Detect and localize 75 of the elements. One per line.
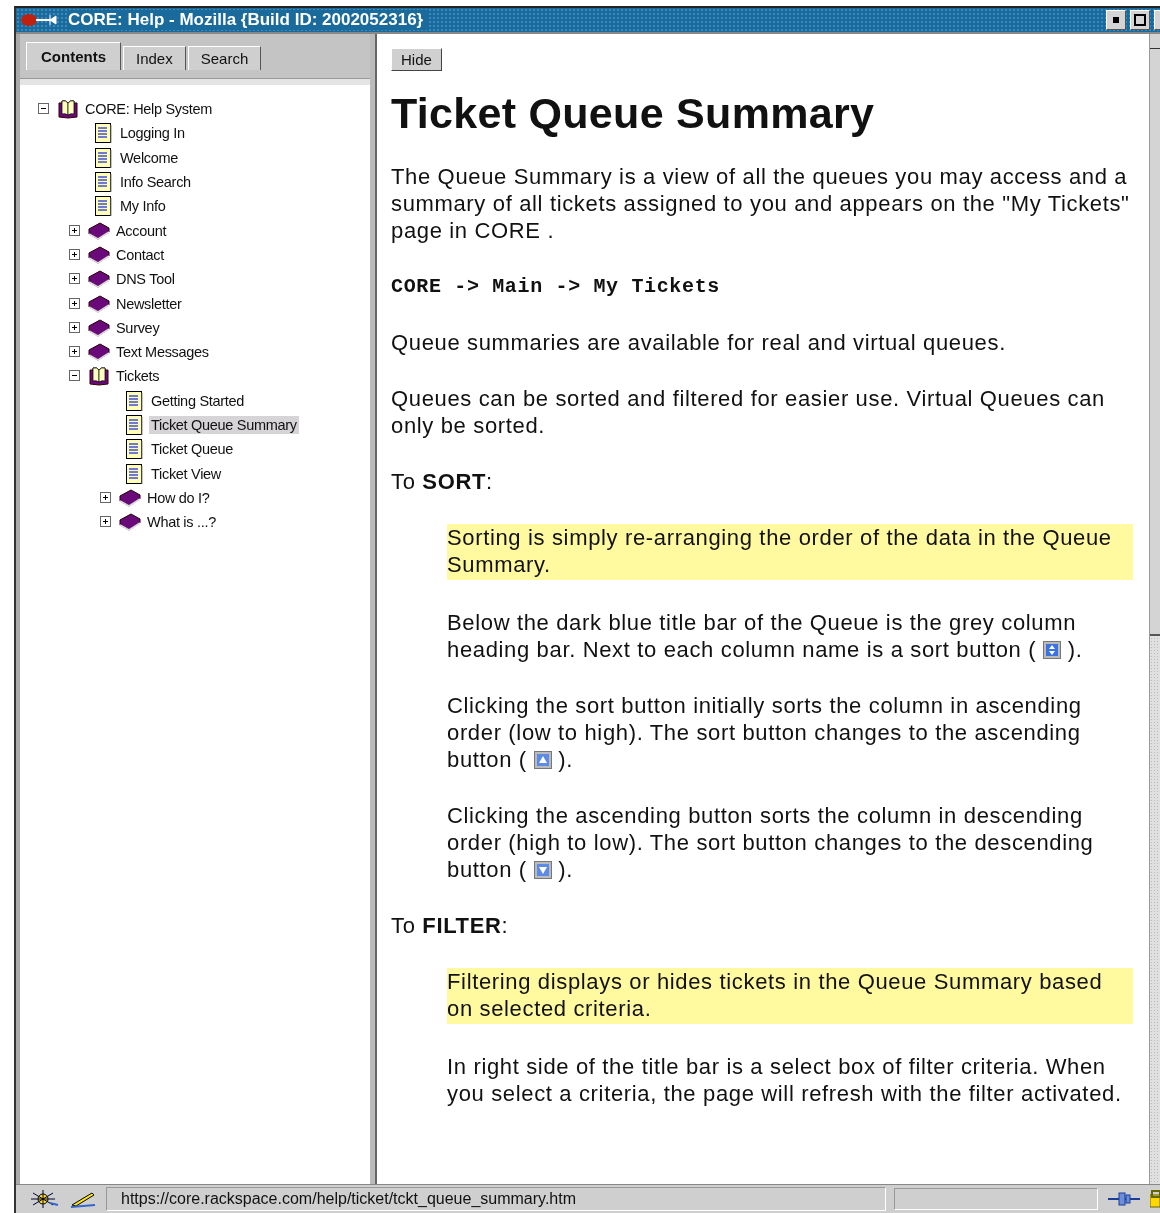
highlighted-note: Filtering displays or hides tickets in the Queue Summary based on selected criteria.	[447, 968, 1133, 1024]
document-icon	[94, 171, 114, 194]
collapse-icon[interactable]	[69, 370, 81, 383]
collapse-icon[interactable]	[38, 103, 50, 116]
document-icon	[125, 414, 145, 436]
maximize-button[interactable]	[1130, 10, 1150, 30]
tree-item[interactable]: Newsletter	[114, 294, 184, 313]
tree-item[interactable]: How do I?	[145, 488, 212, 507]
paragraph: Clicking the ascending button sorts the column in descending order (high to low). The sort button changes to the descending button ( ).	[447, 802, 1095, 883]
book-icon	[119, 487, 141, 508]
status-url: https://core.rackspace.com/help/ticket/tckt_queue_summary.htm	[106, 1187, 886, 1211]
paragraph: In right side of the title bar is a select box of filter criteria. When you select a criteria, the page will refresh with the filter activated.	[447, 1053, 1123, 1107]
tab[interactable]: Index	[123, 46, 186, 70]
paragraph: Queue summaries are available for real and virtual queues.	[391, 329, 1007, 356]
close-button[interactable]	[1154, 10, 1160, 30]
document-icon	[125, 462, 145, 485]
tree-item[interactable]: Ticket Queue Summary	[149, 416, 299, 434]
tree-item[interactable]: Ticket View	[149, 464, 224, 483]
hide-button[interactable]: Hide	[391, 48, 442, 71]
sort-icon	[1042, 641, 1061, 659]
book-icon	[119, 512, 141, 533]
expand-icon[interactable]	[69, 321, 81, 334]
tree-item[interactable]: Account	[114, 221, 169, 240]
tab[interactable]: Contents	[26, 42, 121, 70]
tree-item[interactable]: Contact	[114, 245, 166, 264]
scrollbar[interactable]	[1149, 34, 1160, 1184]
paragraph: Below the dark blue title bar of the Queue is the grey column heading bar. Next to each column name is a sort button ( ).	[447, 609, 1084, 663]
menu-path: CORE -> Main -> My Tickets	[391, 274, 721, 300]
connection-icon	[1106, 1189, 1142, 1209]
document-icon	[125, 438, 145, 461]
book-icon	[88, 317, 110, 338]
tab[interactable]: Search	[187, 46, 262, 70]
tree-item[interactable]: DNS Tool	[114, 270, 177, 289]
open-book-icon	[57, 99, 79, 120]
document-icon	[94, 195, 114, 218]
paragraph: To SORT:	[391, 468, 494, 495]
expand-icon[interactable]	[69, 273, 81, 286]
expand-icon[interactable]	[69, 297, 81, 310]
document-icon	[125, 389, 145, 412]
book-icon	[88, 342, 110, 363]
book-icon	[88, 293, 110, 314]
expand-icon[interactable]	[100, 491, 112, 504]
paragraph: To FILTER:	[391, 912, 510, 939]
book-icon	[88, 269, 110, 290]
expand-icon[interactable]	[69, 248, 81, 261]
tree-item[interactable]: What is ...?	[145, 513, 218, 532]
spider-icon[interactable]	[30, 1189, 60, 1209]
tree-item[interactable]: My Info	[118, 197, 168, 216]
highlighted-note: Sorting is simply re-arranging the order of the data in the Queue Summary.	[447, 524, 1133, 580]
page-heading: Ticket Queue Summary	[391, 89, 876, 137]
expand-icon[interactable]	[100, 516, 112, 529]
paragraph: Queues can be sorted and filtered for easier use. Virtual Queues can only be sorted.	[391, 385, 1106, 439]
tree-item[interactable]: Logging In	[118, 124, 187, 143]
tree-item[interactable]: Getting Started	[149, 391, 247, 410]
tree-item[interactable]: Info Search	[118, 173, 193, 192]
descending-sort-icon	[533, 861, 552, 879]
expand-icon[interactable]	[69, 346, 81, 359]
minimize-button[interactable]	[1106, 10, 1126, 30]
expand-icon[interactable]	[69, 224, 81, 237]
open-book-icon	[88, 366, 110, 387]
tree-item[interactable]: Tickets	[114, 367, 162, 386]
document-icon	[94, 146, 114, 169]
paragraph: The Queue Summary is a view of all the queues you may access and a summary of all tickets assigned to you and appears on the "My Tickets" page in CORE .	[391, 163, 1131, 244]
tree-item[interactable]: Welcome	[118, 148, 181, 167]
book-icon	[88, 244, 110, 265]
book-icon	[88, 220, 110, 241]
paragraph: Clicking the sort button initially sorts the column in ascending order (low to high). The sort button changes to the ascending button ( ).	[447, 692, 1083, 773]
window-title: CORE: Help - Mozilla {Build ID: 2002052316}	[68, 10, 430, 30]
tree-item[interactable]: Text Messages	[114, 343, 211, 362]
document-icon	[94, 122, 114, 145]
ascending-sort-icon	[533, 751, 552, 769]
lock-icon	[1150, 1189, 1160, 1209]
tree-item[interactable]: CORE: Help System	[83, 100, 215, 119]
tree-item[interactable]: Survey	[114, 318, 162, 337]
tree-item[interactable]: Ticket Queue	[149, 440, 236, 459]
